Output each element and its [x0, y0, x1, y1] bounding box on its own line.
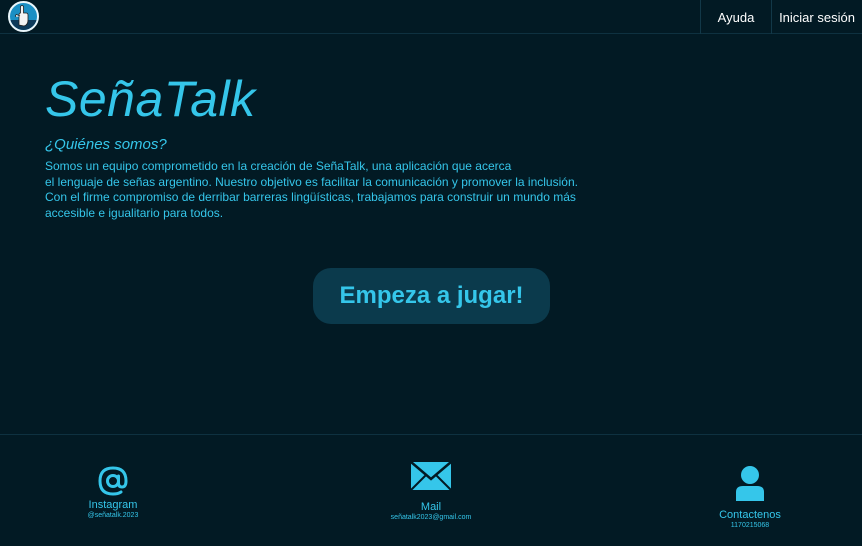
top-navbar: Ayuda Iniciar sesión: [0, 0, 862, 34]
about-line: Con el firme compromiso de derribar barr…: [45, 190, 576, 204]
about-line: el lenguaje de señas argentino. Nuestro …: [45, 174, 578, 189]
about-line: Somos un equipo comprometido en la creac…: [45, 159, 512, 173]
mail-label: Mail: [420, 501, 442, 513]
person-icon: [734, 465, 766, 501]
at-sign-icon: [95, 463, 131, 499]
login-nav-link[interactable]: Iniciar sesión: [771, 0, 862, 34]
sign-language-hand-icon[interactable]: [8, 1, 39, 32]
start-playing-button[interactable]: Empeza a jugar!: [313, 268, 550, 324]
mail-link[interactable]: Mail señatalk2023@gmail.com: [371, 461, 491, 521]
login-nav-label: Iniciar sesión: [779, 9, 855, 25]
about-paragraph: Somos un equipo comprometido en la creac…: [45, 159, 645, 221]
mail-address: señatalk2023@gmail.com: [390, 514, 472, 521]
contact-link[interactable]: Contactenos 1170215068: [700, 465, 800, 529]
about-line: accesible e igualitario para todos.: [45, 205, 224, 220]
help-nav-label: Ayuda: [717, 9, 755, 25]
instagram-label: Instagram: [88, 499, 138, 511]
start-playing-label: Empeza a jugar!: [339, 282, 524, 309]
footer: Instagram @señatalk.2023 Mail señatalk20…: [0, 434, 862, 546]
contact-phone: 1170215068: [730, 522, 770, 529]
instagram-handle: @señatalk.2023: [87, 512, 139, 519]
brand-title: SeñaTalk: [45, 71, 256, 127]
contact-label: Contactenos: [719, 509, 781, 521]
help-nav-link[interactable]: Ayuda: [700, 0, 771, 34]
envelope-icon: [410, 461, 452, 491]
about-heading: ¿Quiénes somos?: [45, 136, 167, 153]
instagram-link[interactable]: Instagram @señatalk.2023: [63, 463, 163, 519]
